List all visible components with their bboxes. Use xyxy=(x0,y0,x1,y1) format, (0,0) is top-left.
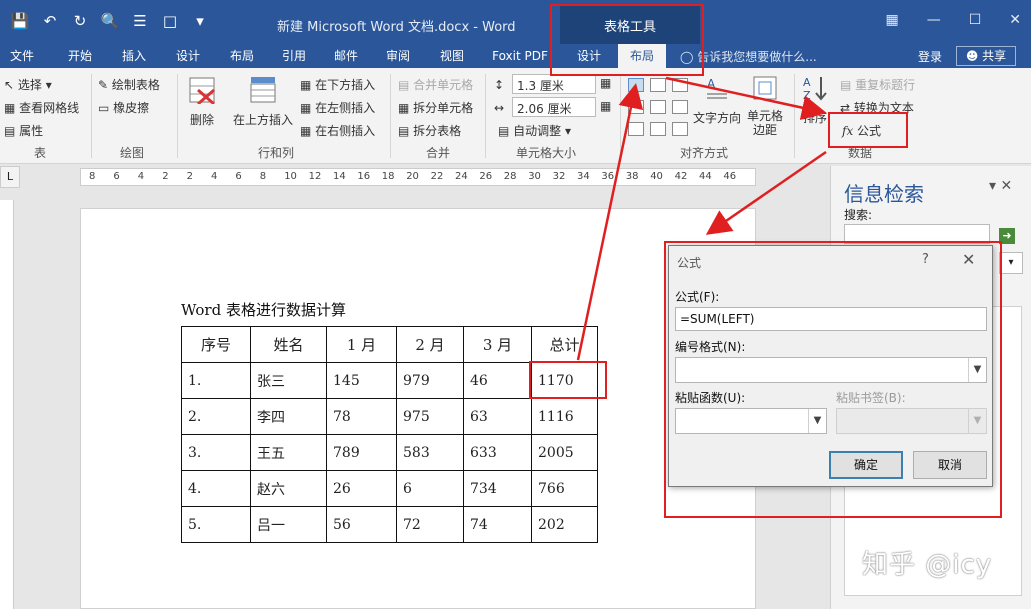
annotation-arrows xyxy=(576,76,827,361)
arrow-layout-to-formula xyxy=(665,76,827,120)
watermark: 知乎 @icy xyxy=(862,550,993,580)
arrow-formula-to-dialog xyxy=(705,150,827,235)
arrow-total-to-toolstab xyxy=(576,83,644,361)
